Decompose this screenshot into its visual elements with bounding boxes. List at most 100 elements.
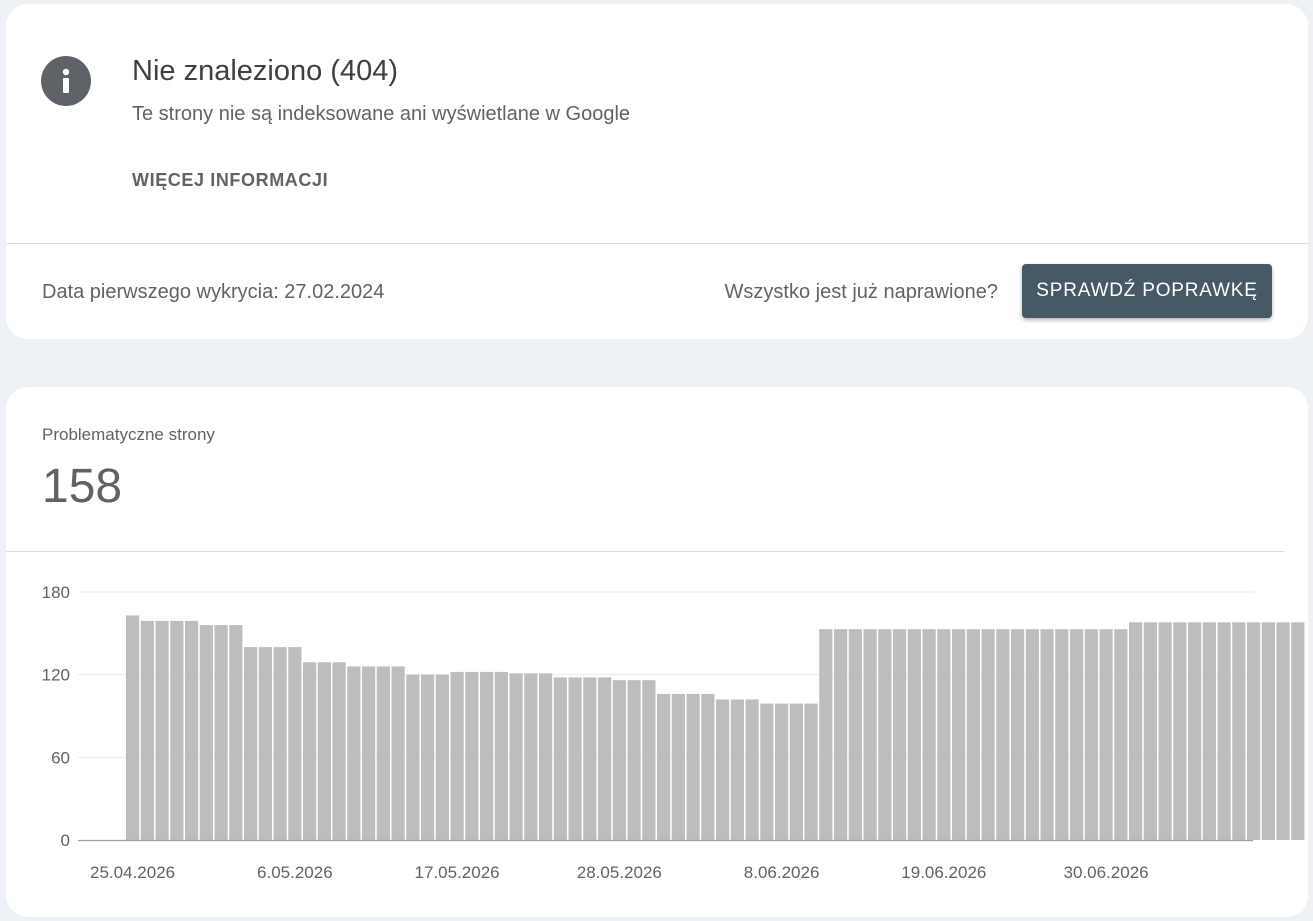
issue-description: Te strony nie są indeksowane ani wyświet… [132,103,631,125]
bar [362,666,376,840]
bar [922,629,936,840]
bar [244,647,258,840]
y-tick-label: 60 [51,748,70,767]
bar [1099,629,1113,840]
bar [1070,629,1084,840]
bar [775,703,789,840]
bar [553,677,567,840]
bar [952,629,966,840]
bar [303,662,317,840]
bar [214,625,228,840]
bar [760,703,774,840]
bar [598,677,612,840]
bar [1129,622,1143,840]
bar [819,629,833,840]
divider [6,243,1308,244]
bar [465,671,479,840]
bar [1291,622,1305,840]
bar [140,620,154,840]
bar [966,629,980,840]
x-tick-label: 30.06.2026 [1064,863,1149,882]
info-icon [41,56,91,106]
bar [1217,622,1231,840]
y-tick-label: 0 [61,831,70,850]
bar [126,615,140,840]
affected-pages-chart: 0 60 120 180 25.04.2026 6.05.2026 17.05.2026 28… [42,583,1305,882]
bar [1173,622,1187,840]
bar [627,680,641,840]
bar [376,666,390,840]
bar [981,629,995,840]
x-tick-label: 28.05.2026 [577,863,662,882]
bar [185,620,199,840]
bar [701,693,715,840]
bar [435,674,449,840]
bar [907,629,921,840]
bar [1011,629,1025,840]
issue-card: Nie znaleziono (404) Te strony nie są in… [6,4,1308,339]
bar [494,671,508,840]
bar [671,693,685,840]
bar [1055,629,1069,840]
bar [937,629,951,840]
bar [1143,622,1157,840]
bar [568,677,582,840]
y-tick-label: 120 [42,666,70,685]
bar [789,703,803,840]
affected-pages-card: Problematyczne strony 158 0 60 120 180 25.04… [6,387,1308,917]
x-tick-label: 17.05.2026 [415,863,500,882]
bar [730,699,744,840]
bar [1084,629,1098,840]
bar [406,674,420,840]
x-tick-label: 19.06.2026 [901,863,986,882]
bar [258,647,272,840]
first-detected-date: Data pierwszego wykrycia: 27.02.2024 [42,281,385,303]
bar [686,693,700,840]
bar [834,629,848,840]
bar [745,699,759,840]
bar [539,673,553,840]
bar [288,647,302,840]
bar [878,629,892,840]
page-title: Nie znaleziono (404) [132,55,398,87]
x-tick-label: 25.04.2026 [90,863,175,882]
bar [657,693,671,840]
bar [716,699,730,840]
bar [996,629,1010,840]
bar [1276,622,1290,840]
bar [804,703,818,840]
bar [1114,629,1128,840]
bar [273,647,287,840]
bar [848,629,862,840]
bar [642,680,656,840]
bar [170,620,184,840]
bar [1188,622,1202,840]
y-tick-label: 180 [42,583,70,602]
x-tick-label: 6.05.2026 [257,863,333,882]
bar [1202,622,1216,840]
bar [421,674,435,840]
more-info-link[interactable]: WIĘCEJ INFORMACJI [132,170,328,191]
bar [317,662,331,840]
bar [893,629,907,840]
bar [612,680,626,840]
fixed-question: Wszystko jest już naprawione? [724,281,998,303]
bar [480,671,494,840]
validate-fix-button[interactable]: SPRAWDŹ POPRAWKĘ [1022,264,1272,318]
bar [199,625,213,840]
bar [1261,622,1275,840]
bar [347,666,361,840]
bar [1232,622,1246,840]
bar [524,673,538,840]
bar [155,620,169,840]
bar [1025,629,1039,840]
bar [863,629,877,840]
bar [332,662,346,840]
bar [1040,629,1054,840]
bar [1158,622,1172,840]
x-tick-label: 8.06.2026 [744,863,820,882]
bar [229,625,243,840]
bar [509,673,523,840]
bar [450,671,464,840]
bar [391,666,405,840]
